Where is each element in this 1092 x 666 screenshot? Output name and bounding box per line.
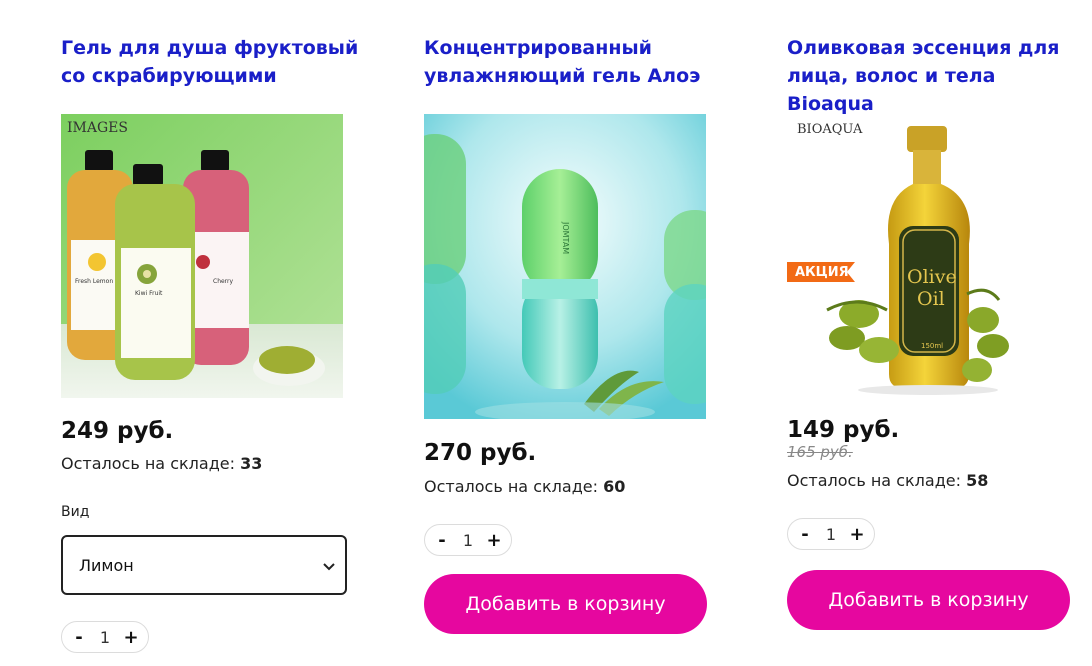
product-price: 270 руб. [424,440,537,466]
stock-value: 33 [240,454,263,473]
quantity-stepper: - 1 + [61,621,149,653]
product-price: 249 руб. [61,418,174,444]
shower-gel-bottles-illustration [61,114,343,398]
image-label-volume: 150ml [921,342,944,350]
product-title[interactable]: Гель для душа фруктовый со скрабирующими [61,34,361,90]
old-price: 165 руб. [787,443,853,461]
quantity-value[interactable]: 1 [826,525,836,544]
sale-badge: АКЦИЯ [787,262,855,282]
stock-value: 58 [966,471,989,490]
product-title[interactable]: Оливковая эссенция для лица, волос и тел… [787,34,1087,118]
stock-label: Осталось на складе: [787,471,961,490]
image-label-cherry: Cherry [213,278,234,285]
image-label-oil: Oil [917,288,945,310]
variant-select-value: Лимон [79,555,134,575]
increase-quantity-button[interactable]: + [485,530,503,551]
product-price: 149 руб. [787,417,900,443]
stock-info: Осталось на складе: 33 [61,454,262,473]
chevron-down-icon [323,556,335,575]
image-label-lemon: Fresh Lemon [75,278,114,285]
image-label-olive: Olive [907,266,957,288]
quantity-value[interactable]: 1 [463,531,473,550]
option-label: Вид [61,504,90,520]
decrease-quantity-button[interactable]: - [433,530,451,551]
stock-label: Осталось на складе: [61,454,235,473]
decrease-quantity-button[interactable]: - [796,524,814,545]
product-image[interactable]: JOMTAM [424,114,706,419]
add-to-cart-button[interactable]: Добавить в корзину [787,570,1070,630]
product-image[interactable]: BIOAQUA Olive Oil 150ml АКЦИЯ [787,114,1069,398]
add-to-cart-button[interactable]: Добавить в корзину [424,574,707,634]
product-title[interactable]: Концентрированный увлажняющий гель Алоэ [424,34,724,90]
olive-oil-bottle-illustration [787,114,1069,398]
quantity-stepper: - 1 + [424,524,512,556]
stock-value: 60 [603,477,626,496]
image-brand-text: IMAGES [67,120,128,136]
image-label-kiwi: Kiwi Fruit [135,290,163,297]
increase-quantity-button[interactable]: + [122,627,140,648]
variant-select[interactable]: Лимон [61,535,347,595]
stock-label: Осталось на складе: [424,477,598,496]
stock-info: Осталось на складе: 58 [787,471,988,490]
decrease-quantity-button[interactable]: - [70,627,88,648]
product-image[interactable]: IMAGES Fresh Lemon Kiwi Fruit Cherry [61,114,343,398]
aloe-capsule-illustration [424,114,706,419]
quantity-value[interactable]: 1 [100,628,110,647]
image-brand-text: BIOAQUA [797,122,863,137]
increase-quantity-button[interactable]: + [848,524,866,545]
image-brand-text: JOMTAM [561,222,570,255]
stock-info: Осталось на складе: 60 [424,477,625,496]
quantity-stepper: - 1 + [787,518,875,550]
